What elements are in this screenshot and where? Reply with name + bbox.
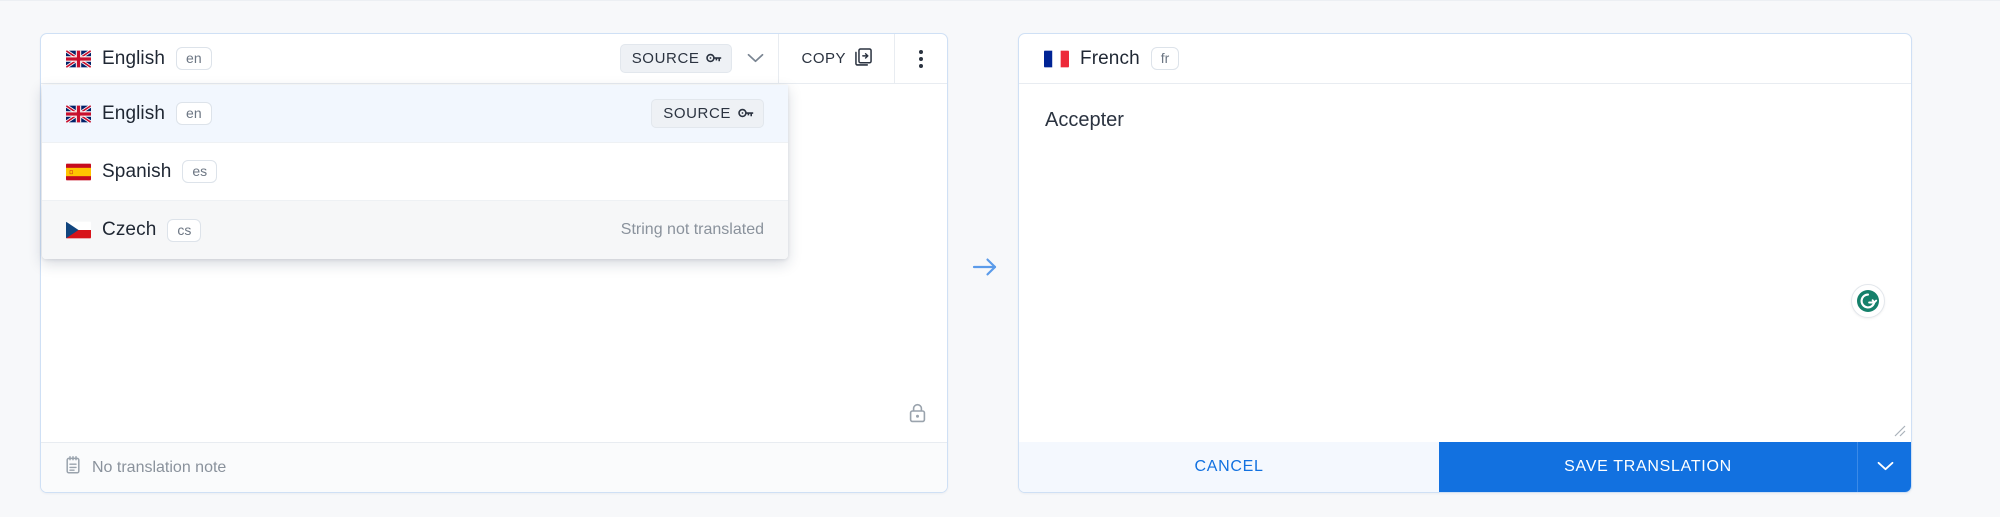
dropdown-source-badge-label: SOURCE xyxy=(663,105,731,122)
chevron-down-icon xyxy=(1877,458,1894,476)
target-translation-value: Accepter xyxy=(1045,109,1124,131)
dropdown-language-name: Czech xyxy=(102,219,157,240)
france-flag-icon xyxy=(1044,50,1069,68)
translation-note-bar[interactable]: No translation note xyxy=(41,442,947,492)
note-icon xyxy=(65,455,81,480)
dropdown-item-spanish-label: Spanish es xyxy=(66,160,218,183)
top-divider xyxy=(0,0,2000,1)
dropdown-item-english[interactable]: English en SOURCE xyxy=(42,85,788,143)
source-language-selector[interactable]: English en xyxy=(41,47,212,70)
target-panel-header: French fr xyxy=(1019,34,1911,84)
target-language-code: fr xyxy=(1150,47,1180,70)
textarea-resize-handle[interactable] xyxy=(1893,424,1906,437)
uk-flag-icon xyxy=(66,104,91,123)
dropdown-item-spanish[interactable]: Spanish es xyxy=(42,143,788,201)
kebab-dot xyxy=(919,63,923,68)
source-language-dropdown-menu: English en SOURCE Spanish es Czech cs St… xyxy=(42,85,788,259)
save-translation-button[interactable]: SAVE TRANSLATION xyxy=(1439,442,1857,492)
chevron-down-icon xyxy=(747,50,764,68)
target-panel-footer: CANCEL SAVE TRANSLATION xyxy=(1019,442,1911,492)
arrow-right-icon xyxy=(970,252,1000,282)
target-language-name: French xyxy=(1080,47,1140,69)
source-language-name: English xyxy=(102,47,166,69)
uk-flag-icon xyxy=(66,49,91,68)
translation-note-text: No translation note xyxy=(92,458,227,476)
grammarly-icon[interactable] xyxy=(1851,284,1885,318)
copy-button-label: COPY xyxy=(801,50,846,67)
translation-editor-screen: English en SOURCE COPY No translation no… xyxy=(0,0,2000,517)
key-icon xyxy=(706,52,722,65)
dropdown-item-czech[interactable]: Czech cs String not translated xyxy=(42,201,788,259)
czech-flag-icon xyxy=(66,221,91,239)
lock-icon xyxy=(909,403,926,428)
target-text-area[interactable]: Accepter xyxy=(1019,84,1911,442)
target-language-selector[interactable]: French fr xyxy=(1019,47,1180,70)
dropdown-item-status: String not translated xyxy=(620,221,764,238)
kebab-dot xyxy=(919,56,923,61)
copy-button[interactable]: COPY xyxy=(779,34,894,84)
key-icon xyxy=(738,107,754,120)
source-badge: SOURCE xyxy=(619,44,733,73)
dropdown-language-code: es xyxy=(182,160,218,183)
dropdown-item-czech-label: Czech cs xyxy=(66,218,202,242)
source-panel: English en SOURCE COPY No translation no… xyxy=(40,33,948,493)
source-language-code: en xyxy=(176,47,212,70)
copy-to-target-icon xyxy=(855,47,872,70)
spain-flag-icon xyxy=(66,163,91,181)
kebab-dot xyxy=(919,49,923,54)
cancel-button[interactable]: CANCEL xyxy=(1019,442,1439,492)
dropdown-language-name: Spanish xyxy=(102,160,172,182)
dropdown-source-badge: SOURCE xyxy=(651,99,764,128)
dropdown-language-code: en xyxy=(176,102,212,125)
source-language-dropdown-toggle[interactable] xyxy=(732,34,778,84)
dropdown-item-english-label: English en xyxy=(66,102,212,125)
dropdown-language-code: cs xyxy=(167,218,202,242)
source-more-options-button[interactable] xyxy=(895,34,947,84)
target-panel: French fr Accepter CANCEL SAVE TRANSLATI… xyxy=(1018,33,1912,493)
source-panel-header: English en SOURCE COPY xyxy=(41,33,947,84)
source-badge-label: SOURCE xyxy=(631,50,700,67)
dropdown-language-name: English xyxy=(102,102,166,124)
save-options-dropdown-button[interactable] xyxy=(1857,442,1911,492)
